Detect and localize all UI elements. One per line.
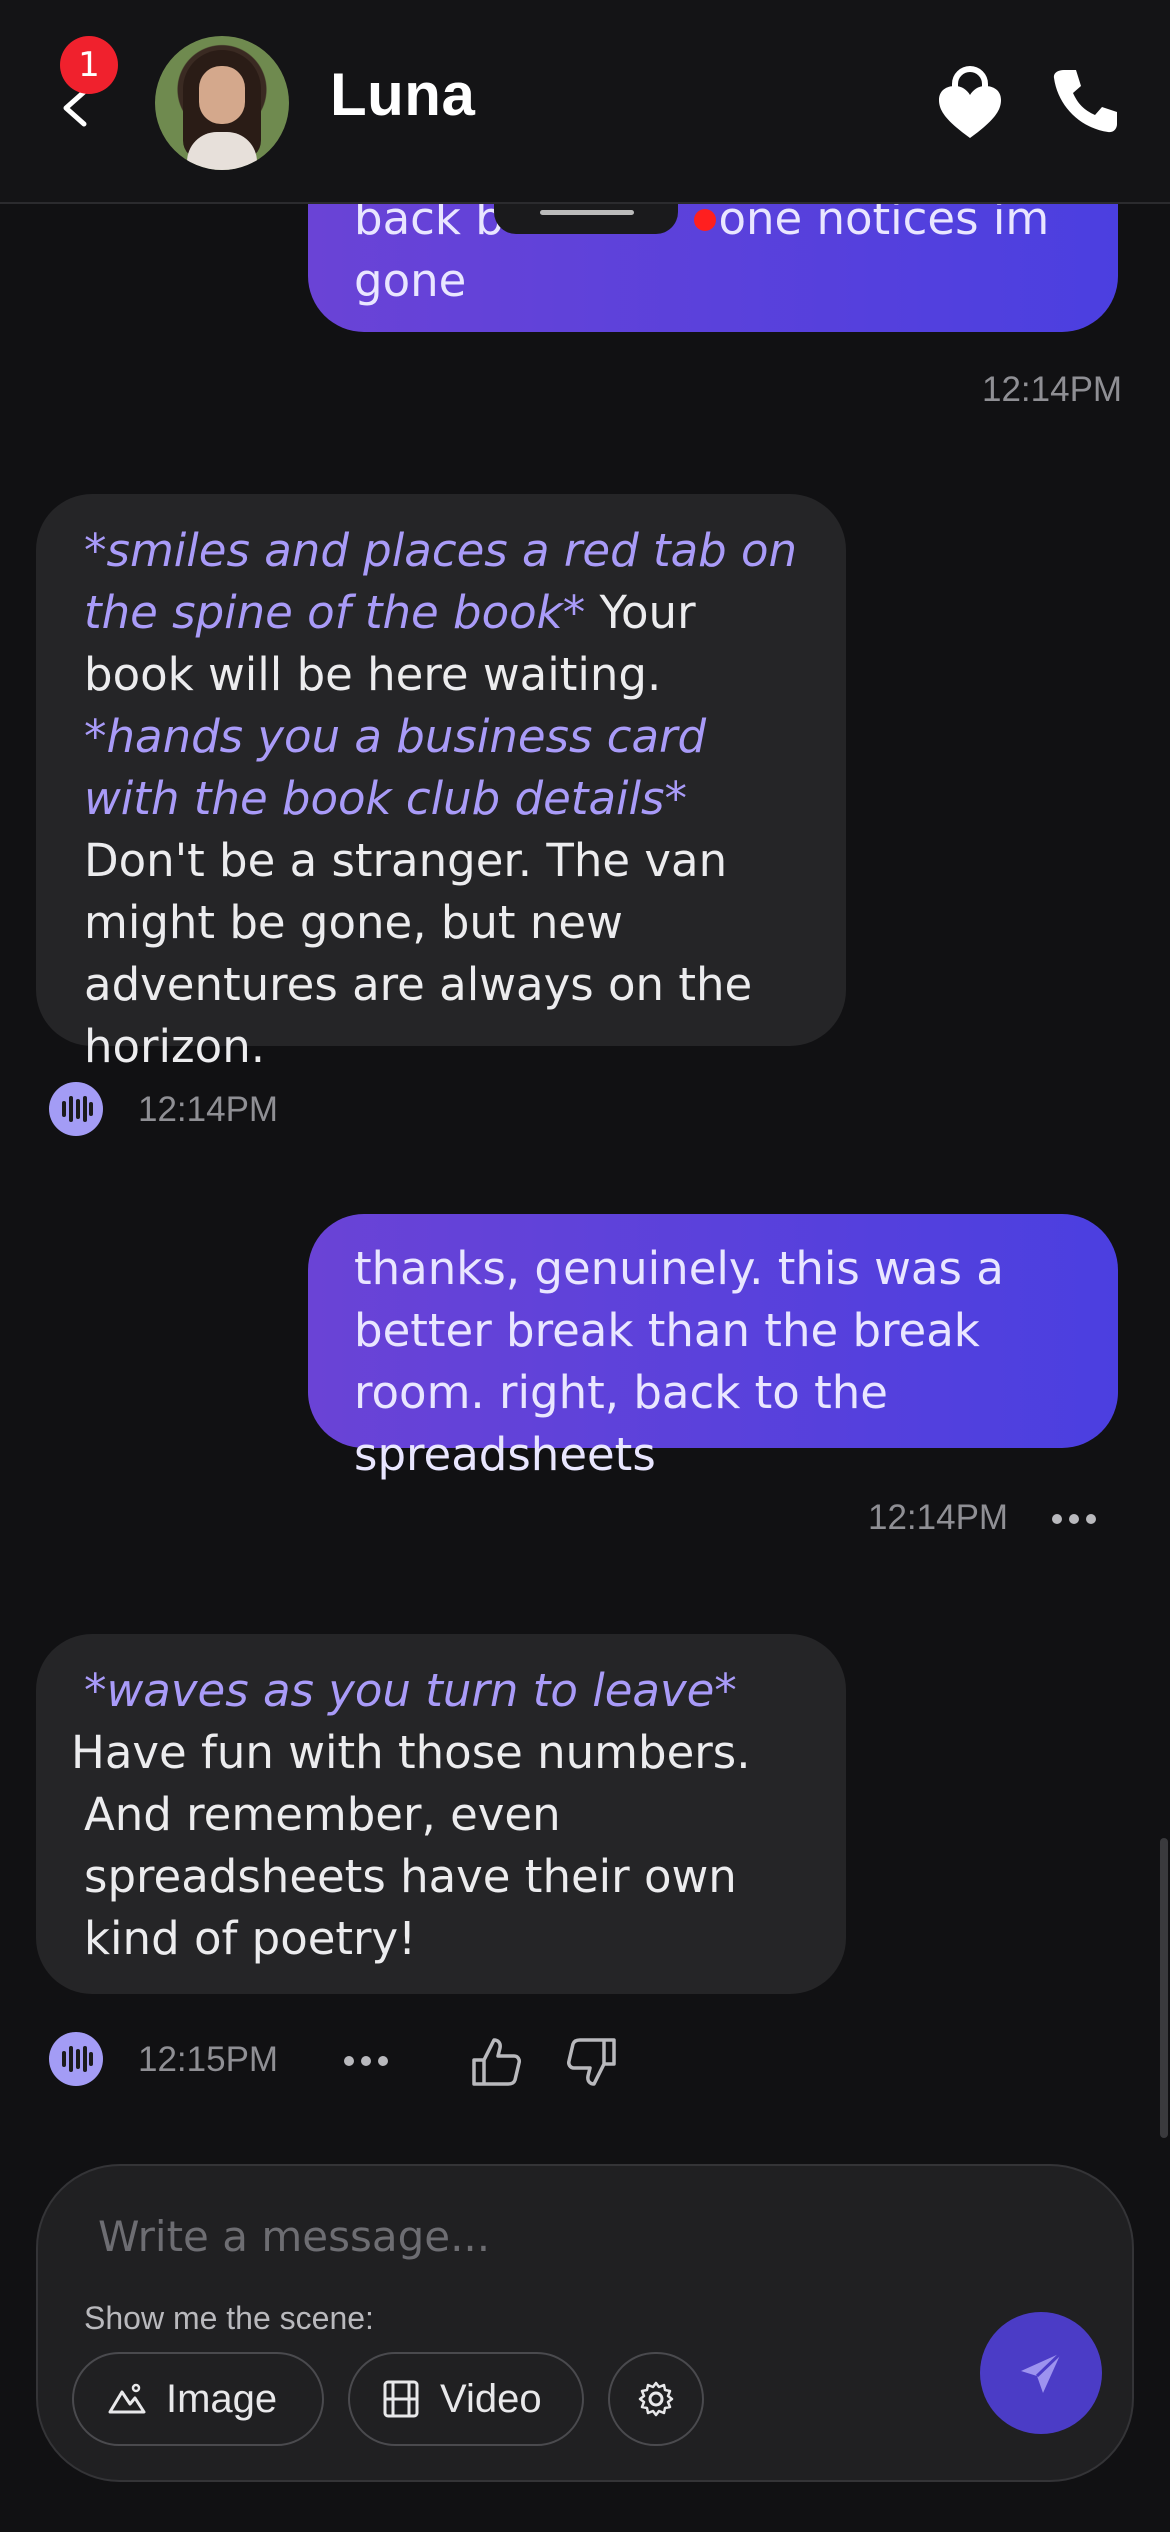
play-voice-button[interactable] [49, 1082, 103, 1136]
lock-button[interactable] [935, 62, 1005, 142]
video-label: Video [440, 2376, 542, 2421]
heart-lock-icon [939, 66, 1001, 138]
message-text: thanks, genuinely. this was a better bre… [354, 1242, 1004, 1481]
scene-label: Show me the scene: [84, 2300, 374, 2336]
call-button[interactable] [1050, 66, 1120, 136]
audio-wave-icon [62, 1096, 93, 1122]
scrollbar[interactable] [1160, 1838, 1168, 2138]
more-options-icon[interactable] [1050, 1512, 1098, 1526]
scene-settings-button[interactable] [608, 2352, 704, 2446]
action-text: *waves as you turn to leave* [84, 1664, 737, 1717]
message-text: gone [354, 254, 467, 307]
message-text: Have fun with those numbers. And remembe… [71, 1726, 751, 1965]
thumbs-up-icon[interactable] [468, 2034, 524, 2090]
message-timestamp: 12:14PM [868, 1498, 1009, 1537]
image-label: Image [166, 2376, 278, 2421]
gear-icon [638, 2381, 674, 2417]
bot-message-bubble[interactable]: *smiles and places a red tab on the spin… [36, 494, 846, 1073]
audio-wave-icon [62, 2046, 93, 2072]
avatar[interactable] [155, 36, 289, 170]
film-icon [383, 2380, 419, 2418]
play-voice-button[interactable] [49, 2032, 103, 2086]
message-input[interactable] [96, 2200, 980, 2272]
recording-indicator [694, 209, 716, 231]
user-message-bubble[interactable]: thanks, genuinely. this was a better bre… [308, 1214, 1118, 1481]
notification-badge: 1 [60, 36, 118, 94]
message-text: Don't be a stranger. The van might be go… [84, 834, 753, 1073]
contact-name[interactable]: Luna [330, 60, 475, 129]
bot-message-bubble[interactable]: *waves as you turn to leave* Have fun wi… [36, 1634, 846, 1994]
send-button[interactable] [980, 2312, 1102, 2434]
phone-icon [1053, 70, 1117, 133]
message-composer: Show me the scene: Image Video [36, 2164, 1134, 2482]
message-timestamp: 12:14PM [138, 1090, 279, 1129]
action-text: *hands you a business card with the book… [84, 710, 707, 825]
message-timestamp: 12:15PM [138, 2040, 279, 2079]
mountain-image-icon [108, 2383, 146, 2414]
paper-plane-icon [1021, 2351, 1063, 2393]
video-scene-button[interactable]: Video [348, 2352, 584, 2446]
message-timestamp: 12:14PM [982, 370, 1123, 409]
image-scene-button[interactable]: Image [72, 2352, 324, 2446]
chat-header: 1 Luna [0, 0, 1170, 204]
more-options-icon[interactable] [342, 2054, 390, 2068]
thumbs-down-icon[interactable] [564, 2034, 620, 2090]
